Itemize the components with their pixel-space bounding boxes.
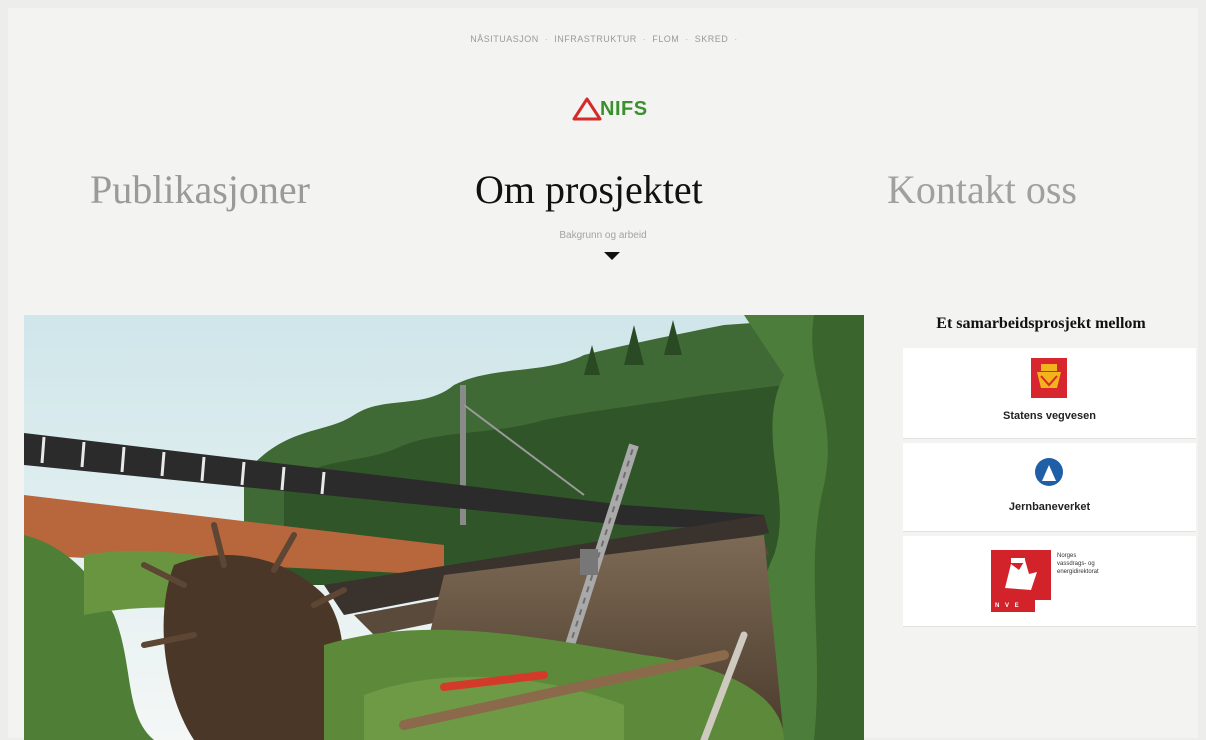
nav-kontakt-oss[interactable]: Kontakt oss <box>887 166 1077 213</box>
top-nav-item-nasituasjon[interactable]: NÅSITUASJON <box>466 34 543 44</box>
nifs-logo[interactable]: NIFS <box>572 96 648 122</box>
partner-jernbaneverket[interactable]: Jernbaneverket <box>903 443 1196 532</box>
nve-label-line: energidirektorat <box>1057 569 1099 575</box>
partner-label-statens-vegvesen: Statens vegvesen <box>1003 410 1096 422</box>
caret-down-icon[interactable] <box>604 252 620 260</box>
partner-nve[interactable]: Norges vassdrags- og energidirektorat N … <box>903 536 1196 627</box>
warning-triangle-icon <box>572 97 602 121</box>
top-nav-item-flom[interactable]: FLOM <box>648 34 683 44</box>
landslide-railway-photo <box>24 315 864 740</box>
nve-abbr: N V E <box>995 603 1021 609</box>
partner-label-jernbaneverket: Jernbaneverket <box>1008 501 1091 513</box>
nve-label: Norges vassdrags- og energidirektorat <box>1057 552 1157 576</box>
page: NÅSITUASJON · INFRASTRUKTUR · FLOM · SKRED · NI… <box>8 8 1198 740</box>
top-nav-item-skred[interactable]: SKRED <box>691 34 733 44</box>
partners-heading: Et samarbeidsprosjekt mellom <box>936 315 1146 332</box>
logo-text: NIFS <box>600 97 648 120</box>
nav-subtitle: Bakgrunn og arbeid <box>559 230 647 241</box>
statens-vegvesen-logo-icon <box>1031 358 1067 398</box>
photo-illustration <box>24 315 864 740</box>
nav-om-prosjektet[interactable]: Om prosjektet <box>475 166 703 213</box>
partner-statens-vegvesen[interactable]: Statens vegvesen <box>903 348 1196 439</box>
nve-label-line: Norges <box>1057 553 1077 559</box>
jernbaneverket-logo-icon <box>1035 458 1063 486</box>
top-nav-separator: · <box>734 34 738 44</box>
nve-label-line: vassdrags- og <box>1057 561 1095 567</box>
top-navigation: NÅSITUASJON · INFRASTRUKTUR · FLOM · SKRED · <box>8 34 1198 44</box>
top-nav-separator: · <box>685 34 689 44</box>
top-nav-item-infrastruktur[interactable]: INFRASTRUKTUR <box>550 34 641 44</box>
nav-publikasjoner[interactable]: Publikasjoner <box>90 166 310 213</box>
